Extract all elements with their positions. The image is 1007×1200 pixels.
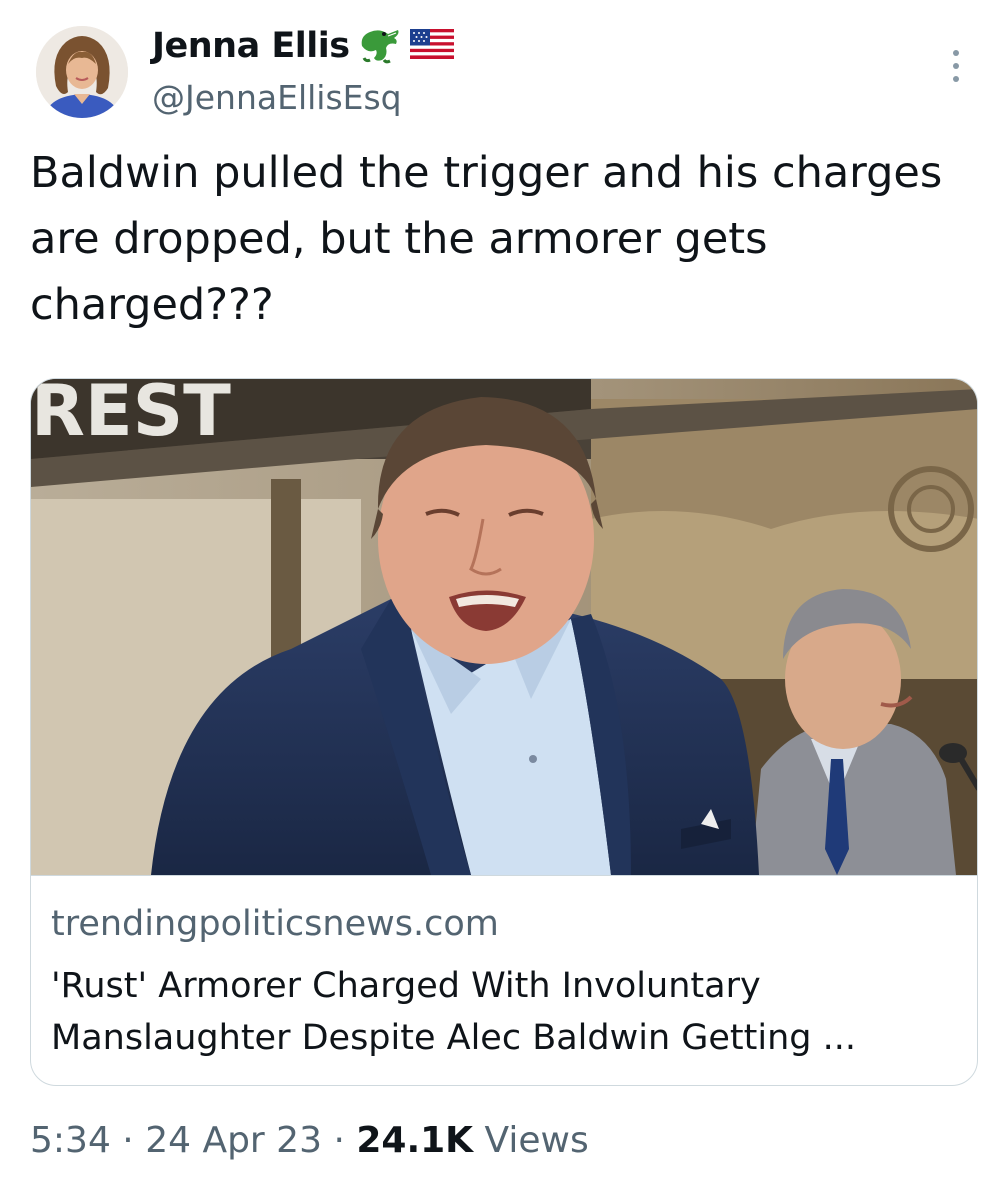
photo-sign-text: REST (31, 379, 231, 452)
more-dot-icon (953, 63, 959, 69)
meta-separator: · (333, 1120, 345, 1161)
link-card-image[interactable]: REST (31, 379, 977, 875)
alligator-emoji-icon (358, 24, 402, 68)
link-card-domain: trendingpoliticsnews.com (51, 904, 499, 944)
display-name[interactable]: Jenna Ellis (152, 26, 350, 66)
tweet-time[interactable]: 5:34 (30, 1120, 111, 1161)
tweet-date[interactable]: 24 Apr 23 (145, 1120, 322, 1161)
views-count[interactable]: 24.1K (356, 1120, 473, 1161)
avatar[interactable] (36, 26, 128, 118)
link-card-title: 'Rust' Armorer Charged With Involuntary … (51, 966, 856, 1058)
more-dot-icon (953, 76, 959, 82)
views-label: Views (484, 1120, 589, 1161)
more-dot-icon (953, 50, 959, 56)
link-card-body[interactable]: trendingpoliticsnews.com 'Rust' Armorer … (31, 875, 977, 1085)
meta-separator: · (122, 1120, 134, 1161)
display-name-row: Jenna Ellis (152, 24, 454, 68)
more-options-button[interactable] (940, 46, 972, 86)
tweet: Jenna Ellis @JennaEllisEsq Baldwin pulle… (0, 0, 1007, 1200)
tweet-meta: 5:34 · 24 Apr 23 · 24.1K Views (30, 1120, 589, 1161)
user-handle[interactable]: @JennaEllisEsq (152, 78, 402, 117)
us-flag-icon (409, 27, 454, 65)
tweet-text: Baldwin pulled the trigger and his charg… (30, 148, 943, 330)
link-card[interactable]: REST trendingpoliticsnews.com 'Rust' Arm… (30, 378, 978, 1086)
